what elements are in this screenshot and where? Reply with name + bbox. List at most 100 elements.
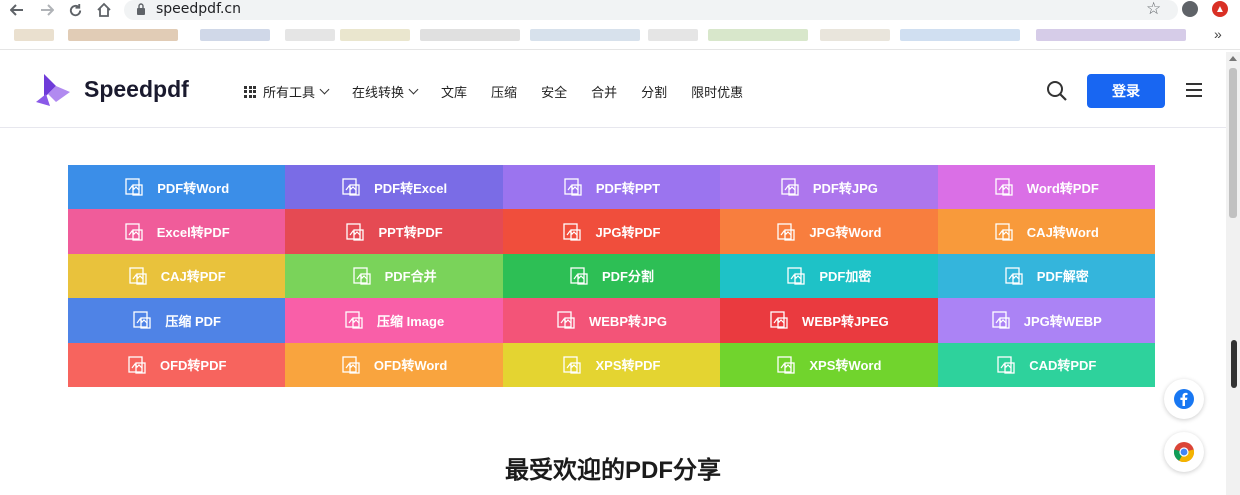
tool-tile[interactable]: XPS转Word bbox=[720, 342, 938, 387]
scrollbar[interactable] bbox=[1226, 52, 1240, 495]
tool-tile[interactable]: PDF转Excel bbox=[285, 165, 503, 210]
home-button[interactable] bbox=[95, 1, 113, 19]
bookmark-blur[interactable] bbox=[530, 29, 640, 41]
nav-label: 合并 bbox=[591, 85, 618, 100]
reload-button[interactable] bbox=[66, 1, 84, 19]
tool-tile[interactable]: JPG转WEBP bbox=[937, 298, 1155, 343]
tool-tile[interactable]: CAD转PDF bbox=[937, 342, 1155, 387]
tool-label: 压缩 PDF bbox=[165, 313, 221, 329]
chrome-share-button[interactable] bbox=[1164, 432, 1204, 472]
nav-security[interactable]: 安全 bbox=[541, 82, 567, 101]
tool-tile[interactable]: PDF转JPG bbox=[720, 165, 938, 210]
document-icon bbox=[129, 267, 147, 285]
tool-tile[interactable]: PPT转PDF bbox=[285, 209, 503, 254]
nav-merge[interactable]: 合并 bbox=[591, 82, 617, 101]
document-icon bbox=[564, 178, 582, 196]
facebook-icon bbox=[1174, 389, 1194, 409]
nav-online-convert[interactable]: 在线转换 bbox=[352, 82, 419, 101]
speedpdf-logo-icon[interactable] bbox=[34, 72, 72, 110]
chevron-down-icon bbox=[319, 84, 330, 95]
nav-promo[interactable]: 限时优惠 bbox=[691, 82, 743, 101]
tool-tile[interactable]: PDF合并 bbox=[285, 253, 503, 299]
tool-tile[interactable]: XPS转PDF bbox=[502, 342, 721, 387]
bookmark-blur[interactable] bbox=[420, 29, 520, 41]
extension-icon[interactable]: ▲ bbox=[1212, 1, 1228, 17]
more-bookmarks-button[interactable]: » bbox=[1214, 26, 1222, 42]
bookmark-blur[interactable] bbox=[900, 29, 1020, 41]
document-icon bbox=[345, 311, 363, 330]
tool-label: XPS转Word bbox=[809, 358, 882, 374]
logo-text[interactable]: Speedpdf bbox=[84, 76, 189, 103]
nav-label: 所有工具 bbox=[263, 85, 316, 100]
document-icon bbox=[770, 311, 788, 330]
bookmark-blur[interactable] bbox=[1036, 29, 1186, 41]
tool-tile[interactable]: OFD转Word bbox=[285, 342, 503, 387]
tool-label: PDF解密 bbox=[1036, 269, 1089, 285]
bookmark-blur[interactable] bbox=[340, 29, 410, 41]
tool-tile[interactable]: CAJ转PDF bbox=[68, 253, 286, 299]
document-icon bbox=[133, 311, 152, 330]
forward-button[interactable] bbox=[38, 1, 56, 19]
document-icon bbox=[777, 222, 796, 241]
login-button[interactable]: 登录 bbox=[1087, 74, 1165, 108]
tool-tile[interactable]: PDF加密 bbox=[720, 253, 938, 299]
nav-split[interactable]: 分割 bbox=[641, 82, 667, 101]
tool-label: PDF加密 bbox=[819, 269, 872, 285]
tool-tile[interactable]: Excel转PDF bbox=[68, 209, 286, 254]
document-icon bbox=[995, 222, 1013, 241]
tool-tile[interactable]: PDF转Word bbox=[68, 165, 286, 210]
arrow-left-icon bbox=[10, 4, 23, 16]
tool-label: XPS转PDF bbox=[595, 358, 661, 374]
section-headline: 最受欢迎的PDF分享 bbox=[505, 457, 721, 484]
lock-icon bbox=[137, 3, 145, 15]
tool-tile[interactable]: OFD转PDF bbox=[68, 342, 286, 387]
search-icon[interactable] bbox=[1046, 80, 1068, 102]
tool-tile[interactable]: 压缩 PDF bbox=[68, 298, 286, 343]
tool-tile[interactable]: PDF解密 bbox=[937, 253, 1155, 299]
tool-tile[interactable]: JPG转Word bbox=[720, 209, 938, 254]
bookmark-star-icon[interactable]: ☆ bbox=[1146, 0, 1161, 19]
bookmark-blur[interactable] bbox=[648, 29, 698, 41]
tool-tile[interactable]: JPG转PDF bbox=[502, 209, 721, 254]
tool-label: JPG转Word bbox=[809, 225, 882, 241]
tool-label: WEBP转JPG bbox=[588, 313, 667, 329]
tool-tile[interactable]: 压缩 Image bbox=[285, 298, 503, 343]
document-icon bbox=[352, 267, 371, 285]
scroll-up-arrow-icon[interactable] bbox=[1229, 56, 1237, 61]
tool-tile[interactable]: PDF分割 bbox=[502, 253, 721, 299]
hamburger-menu-icon[interactable] bbox=[1186, 83, 1202, 97]
nav-library[interactable]: 文库 bbox=[441, 82, 467, 101]
scroll-thumb[interactable] bbox=[1229, 68, 1237, 218]
back-button[interactable] bbox=[8, 1, 26, 19]
bookmark-blur[interactable] bbox=[14, 29, 54, 41]
document-icon bbox=[342, 356, 360, 374]
tool-label: PDF转JPG bbox=[812, 180, 878, 196]
tool-tile[interactable]: PDF转PPT bbox=[502, 165, 721, 210]
tool-label: Word转PDF bbox=[1026, 180, 1099, 196]
address-bar[interactable] bbox=[124, 0, 1178, 20]
url-text[interactable]: speedpdf.cn bbox=[156, 1, 241, 17]
document-icon bbox=[563, 356, 582, 374]
bookmark-blur[interactable] bbox=[820, 29, 890, 41]
tool-label: PDF转Word bbox=[157, 180, 230, 196]
nav-label: 安全 bbox=[541, 85, 568, 100]
tool-label: PDF合并 bbox=[384, 269, 437, 285]
tool-tile[interactable]: WEBP转JPEG bbox=[720, 298, 938, 343]
facebook-share-button[interactable] bbox=[1164, 379, 1204, 419]
nav-compress[interactable]: 压缩 bbox=[491, 82, 517, 101]
nav-label: 限时优惠 bbox=[691, 85, 744, 100]
nav-label: 在线转换 bbox=[352, 85, 405, 100]
bookmark-blur[interactable] bbox=[285, 29, 335, 41]
bookmark-blur[interactable] bbox=[68, 29, 178, 41]
tool-tile[interactable]: Word转PDF bbox=[937, 165, 1155, 210]
tool-label: 压缩 Image bbox=[377, 313, 445, 329]
tool-tile[interactable]: WEBP转JPG bbox=[502, 298, 721, 343]
nav-all-tools[interactable]: 所有工具 bbox=[244, 82, 330, 101]
bookmark-blur[interactable] bbox=[200, 29, 270, 41]
tool-label: OFD转PDF bbox=[159, 358, 227, 374]
account-icon[interactable] bbox=[1182, 1, 1198, 17]
document-icon bbox=[342, 178, 360, 196]
tool-tile[interactable]: CAJ转Word bbox=[937, 209, 1155, 254]
bookmark-blur[interactable] bbox=[708, 29, 808, 41]
reload-icon bbox=[69, 3, 81, 16]
